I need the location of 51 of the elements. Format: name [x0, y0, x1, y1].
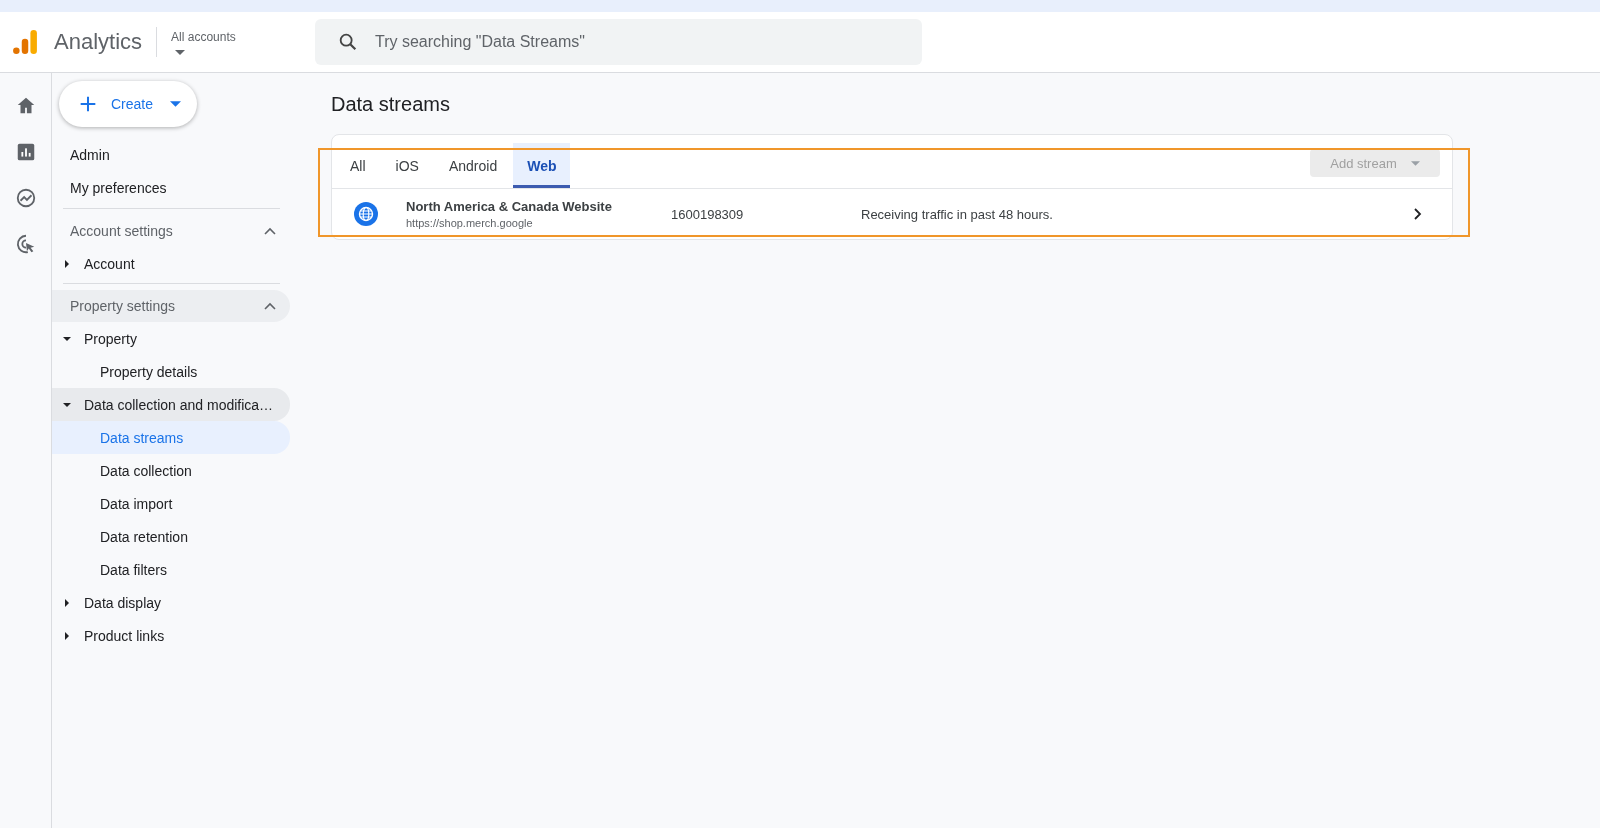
tree-item[interactable]: Product links	[52, 619, 290, 652]
caret-right-icon	[63, 598, 71, 607]
app-name: Analytics	[54, 29, 143, 55]
section-title: Account settings	[70, 223, 173, 239]
section-header[interactable]: Property settings	[52, 290, 290, 322]
section-header[interactable]: Account settings	[52, 215, 290, 247]
tree-label: Data collection and modifica…	[84, 396, 274, 413]
stream-id: 1600198309	[671, 206, 745, 222]
tree-item[interactable]: Account	[52, 247, 290, 280]
tab[interactable]: iOS	[381, 143, 433, 188]
tree-item[interactable]: Property	[52, 322, 290, 355]
search-field[interactable]: Try searching "Data Streams"	[315, 19, 922, 65]
chevron-up-icon	[264, 227, 276, 235]
tree-item[interactable]: Data display	[52, 586, 290, 619]
nav-link[interactable]: My preferences	[52, 172, 290, 205]
nav-link[interactable]: Admin	[52, 139, 290, 172]
tree-label: Property	[84, 330, 137, 347]
account-selector[interactable]: All accounts	[171, 29, 236, 55]
analytics-logo-icon	[12, 29, 38, 55]
tab[interactable]: Android	[434, 143, 512, 188]
tree-subitem[interactable]: Data streams	[52, 421, 290, 454]
tree-label: Data display	[84, 594, 162, 611]
tree-label: Account	[84, 255, 135, 272]
caret-right-icon	[63, 631, 71, 640]
section-title: Property settings	[70, 298, 176, 314]
stream-row[interactable]: North America & Canada Website https://shop.merch.google 1600198309 Receiving traffic in past 48 hours.	[332, 189, 1452, 239]
tree-item[interactable]: Data collection and modifica…	[52, 388, 290, 421]
caret-icon	[175, 49, 186, 55]
create-button[interactable]: Create	[59, 81, 197, 127]
cursor-target-icon	[14, 233, 37, 255]
tree-subitem[interactable]: Property details	[52, 355, 290, 388]
tree-subitem[interactable]: Data retention	[52, 520, 290, 553]
tree-label: Product links	[84, 627, 165, 644]
stream-url: https://shop.merch.google	[406, 217, 534, 229]
chevron-right-icon	[1414, 208, 1422, 220]
tree-subitem[interactable]: Data collection	[52, 454, 290, 487]
stream-status: Receiving traffic in past 48 hours.	[861, 206, 1054, 222]
stream-name: North America & Canada Website	[406, 199, 613, 214]
tree-subitem[interactable]: Data filters	[52, 553, 290, 586]
caret-icon	[170, 101, 181, 107]
page-title: Data streams	[331, 93, 451, 116]
trend-circle-icon	[14, 187, 37, 209]
tab[interactable]: All	[336, 143, 380, 188]
tree-subitem[interactable]: Data import	[52, 487, 290, 520]
caret-icon	[1410, 160, 1420, 166]
tab[interactable]: Web	[513, 143, 571, 188]
caret-down-icon	[63, 334, 71, 343]
chevron-up-icon	[264, 302, 276, 310]
globe-icon	[354, 202, 378, 226]
caret-down-icon	[63, 400, 71, 409]
caret-right-icon	[63, 259, 71, 268]
